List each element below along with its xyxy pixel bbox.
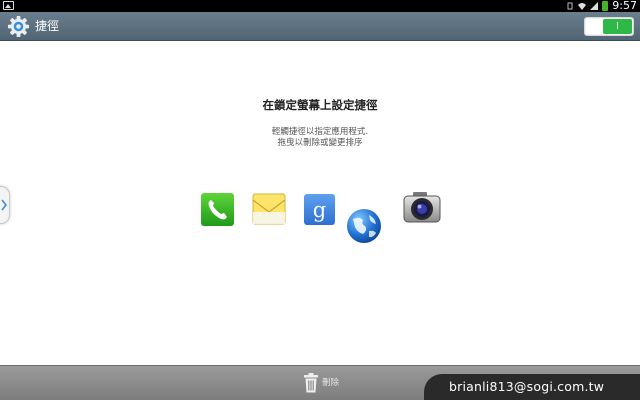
toggle-on-knob: I (603, 19, 632, 34)
battery-icon (602, 1, 609, 11)
watermark-text: brianli813@sogi.com.tw (449, 379, 605, 394)
wifi-icon (578, 3, 587, 10)
screen: 9:57 捷徑 I 在鎖定螢幕上設定捷徑 輕觸捷徑以指定應用程式. 拖曳以刪除或… (0, 0, 640, 400)
settings-gear-icon[interactable] (7, 15, 30, 38)
svg-text:g: g (313, 198, 326, 222)
trash-icon (304, 373, 318, 393)
instruction-line-1: 輕觸捷徑以指定應用程式. (271, 127, 369, 137)
vibrate-icon (567, 2, 573, 10)
camera-app-icon[interactable] (402, 190, 442, 226)
instructions: 輕觸捷徑以指定應用程式. 拖曳以刪除或變更排序 (0, 127, 640, 149)
status-bar: 9:57 (0, 0, 640, 12)
google-search-app-icon[interactable]: g (303, 193, 336, 226)
delete-label: 刪除 (322, 378, 340, 388)
gallery-notification-icon (3, 1, 14, 10)
page-title: 捷徑 (35, 19, 60, 33)
watermark: brianli813@sogi.com.tw (424, 374, 640, 400)
action-bar: 捷徑 I (0, 12, 640, 41)
signal-icon (590, 2, 599, 10)
side-panel-handle[interactable] (0, 186, 10, 224)
email-app-icon[interactable] (252, 192, 286, 226)
shortcuts-toggle-switch[interactable]: I (584, 17, 634, 36)
section-heading: 在鎖定螢幕上設定捷徑 (262, 98, 378, 112)
internet-browser-app-icon[interactable] (345, 207, 383, 245)
chevron-right-icon (1, 199, 7, 211)
phone-app-icon[interactable] (200, 192, 235, 227)
clock: 9:57 (612, 0, 637, 12)
instruction-line-2: 拖曳以刪除或變更排序 (277, 138, 363, 148)
status-icons: 9:57 (566, 0, 637, 12)
